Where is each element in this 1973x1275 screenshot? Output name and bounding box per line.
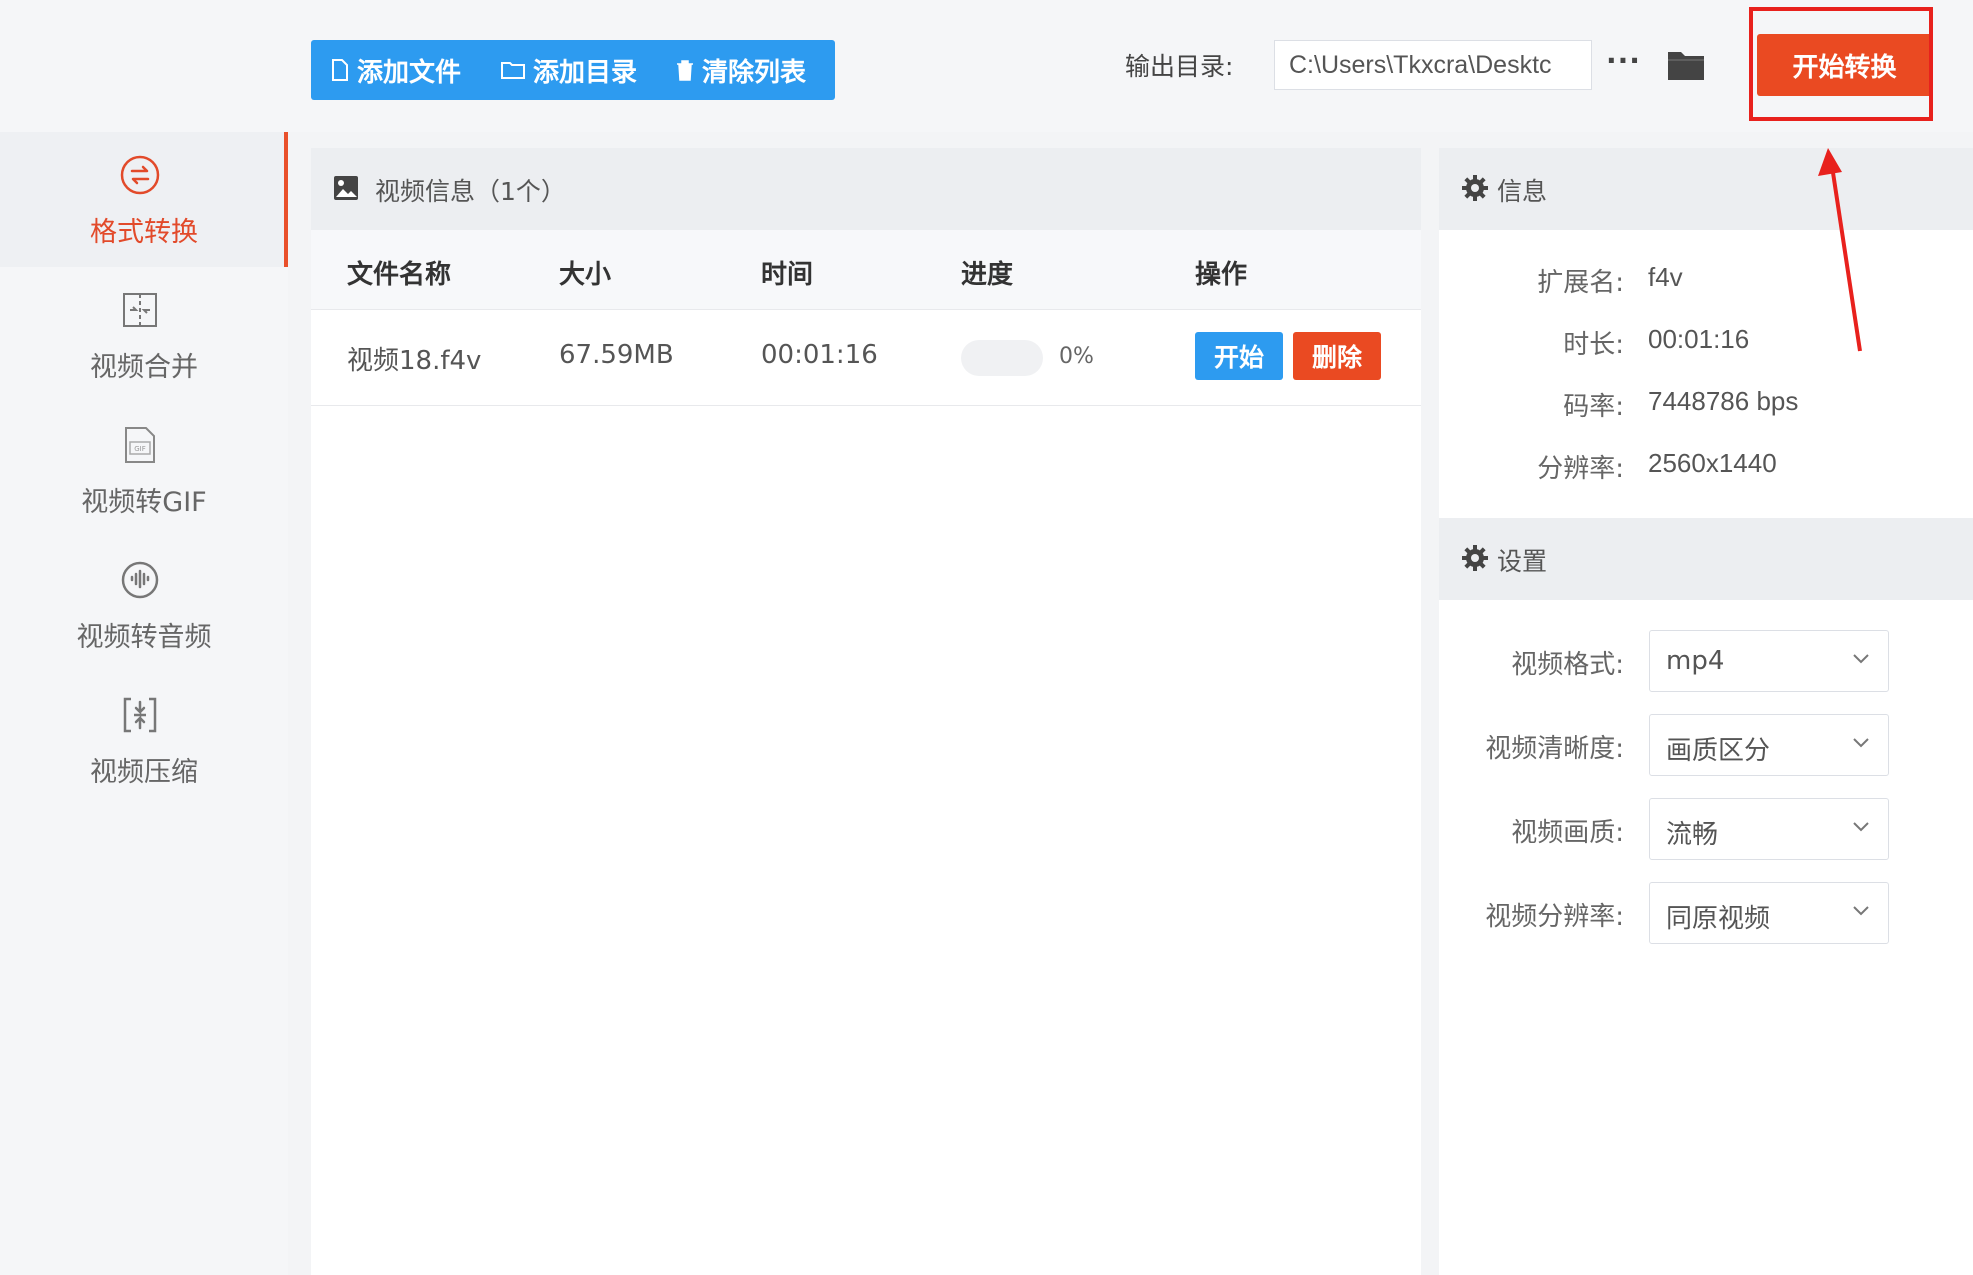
- video-resolution-value: 同原视频: [1666, 904, 1771, 934]
- progress-percent: 0%: [1059, 344, 1094, 369]
- highlight-box: [1749, 7, 1933, 121]
- file-name: 视频18.f4v: [347, 346, 482, 376]
- column-header-time: 时间: [761, 260, 814, 290]
- row-start-button[interactable]: 开始: [1195, 332, 1283, 380]
- video-clarity-value: 画质区分: [1666, 736, 1771, 766]
- sidebar-item-format-convert[interactable]: 格式转换: [0, 132, 288, 267]
- more-options-button[interactable]: ···: [1606, 44, 1641, 77]
- file-size: 67.59MB: [559, 340, 674, 370]
- video-format-select[interactable]: mp4: [1649, 630, 1889, 692]
- merge-icon: [123, 293, 157, 327]
- video-resolution-label: 视频分辨率:: [1485, 902, 1624, 932]
- duration-value: 00:01:16: [1648, 324, 1750, 354]
- svg-text:GIF: GIF: [134, 445, 146, 453]
- info-section-header: 信息: [1439, 148, 1973, 230]
- progress-bar: [961, 340, 1043, 376]
- clear-list-button[interactable]: 清除列表: [676, 40, 806, 100]
- sidebar-item-label: 视频合并: [90, 352, 198, 383]
- add-file-button[interactable]: 添加文件: [331, 40, 461, 100]
- chevron-down-icon: [1853, 822, 1869, 832]
- bitrate-label: 码率:: [1563, 392, 1624, 422]
- video-quality-value: 流畅: [1666, 820, 1719, 850]
- file-duration: 00:01:16: [761, 340, 878, 370]
- open-folder-icon[interactable]: [1666, 48, 1706, 82]
- output-dir-input[interactable]: C:\Users\Tkxcra\Desktc: [1274, 40, 1592, 90]
- ext-value: f4v: [1648, 262, 1683, 292]
- swap-circle-icon: [120, 155, 160, 195]
- add-directory-button[interactable]: 添加目录: [501, 40, 637, 100]
- table-row: 视频18.f4v 67.59MB 00:01:16 0% 开始 删除: [311, 310, 1421, 406]
- sidebar-item-label: 视频压缩: [90, 757, 198, 788]
- clear-list-label: 清除列表: [702, 57, 807, 88]
- sidebar-item-label: 视频转音频: [76, 622, 212, 653]
- settings-title: 设置: [1497, 547, 1548, 576]
- annotation-arrow: [1818, 148, 1862, 352]
- gif-file-icon: GIF: [125, 427, 155, 463]
- chevron-down-icon: [1853, 654, 1869, 664]
- sidebar-item-video-to-audio[interactable]: 视频转音频: [0, 537, 288, 672]
- folder-outline-icon: [501, 62, 525, 79]
- file-toolbar: 添加文件 添加目录 清除列表: [311, 40, 835, 100]
- details-panel: 信息 扩展名: f4v 时长: 00:01:16 码率: 7448786 bps…: [1439, 148, 1973, 1275]
- audio-disc-icon: [121, 561, 159, 599]
- sidebar-item-video-to-gif[interactable]: GIF 视频转GIF: [0, 402, 288, 537]
- chevron-down-icon: [1853, 738, 1869, 748]
- column-header-actions: 操作: [1195, 260, 1248, 290]
- video-list-panel: 视频信息（1个） 文件名称 大小 时间 进度 操作 视频18.f4v 67.59…: [311, 148, 1421, 1275]
- video-format-value: mp4: [1666, 646, 1725, 676]
- output-dir-label: 输出目录:: [1125, 52, 1234, 81]
- trash-icon: [677, 60, 693, 81]
- sidebar: 格式转换 视频合并 GIF 视频转GIF 视频转音频 视频压缩: [0, 0, 288, 1275]
- gear-icon: [1462, 545, 1488, 571]
- sidebar-item-label: 格式转换: [90, 217, 198, 248]
- ext-label: 扩展名:: [1537, 268, 1624, 298]
- video-clarity-label: 视频清晰度:: [1485, 734, 1624, 764]
- gear-icon: [1462, 175, 1488, 201]
- sidebar-item-label: 视频转GIF: [81, 487, 207, 518]
- video-quality-select[interactable]: 流畅: [1649, 798, 1889, 860]
- video-list-title: 视频信息（1个）: [375, 177, 566, 206]
- file-icon: [332, 59, 348, 81]
- chevron-down-icon: [1853, 906, 1869, 916]
- video-list-header: 视频信息（1个）: [311, 148, 1421, 230]
- column-header-name: 文件名称: [347, 260, 452, 290]
- compress-icon: [123, 697, 157, 733]
- video-format-label: 视频格式:: [1511, 650, 1624, 680]
- duration-label: 时长:: [1563, 330, 1624, 360]
- row-delete-button[interactable]: 删除: [1293, 332, 1381, 380]
- resolution-value: 2560x1440: [1648, 448, 1777, 478]
- info-title: 信息: [1497, 177, 1548, 206]
- add-directory-label: 添加目录: [533, 57, 638, 88]
- settings-section-header: 设置: [1439, 518, 1973, 600]
- image-icon: [334, 176, 358, 200]
- resolution-label: 分辨率:: [1537, 454, 1624, 484]
- table-header: 文件名称 大小 时间 进度 操作: [311, 230, 1421, 310]
- video-clarity-select[interactable]: 画质区分: [1649, 714, 1889, 776]
- sidebar-item-video-compress[interactable]: 视频压缩: [0, 672, 288, 807]
- sidebar-item-video-merge[interactable]: 视频合并: [0, 267, 288, 402]
- column-header-progress: 进度: [961, 260, 1014, 290]
- column-header-size: 大小: [559, 260, 612, 290]
- bitrate-value: 7448786 bps: [1648, 386, 1799, 416]
- add-file-label: 添加文件: [357, 57, 462, 88]
- video-quality-label: 视频画质:: [1511, 818, 1624, 848]
- video-resolution-select[interactable]: 同原视频: [1649, 882, 1889, 944]
